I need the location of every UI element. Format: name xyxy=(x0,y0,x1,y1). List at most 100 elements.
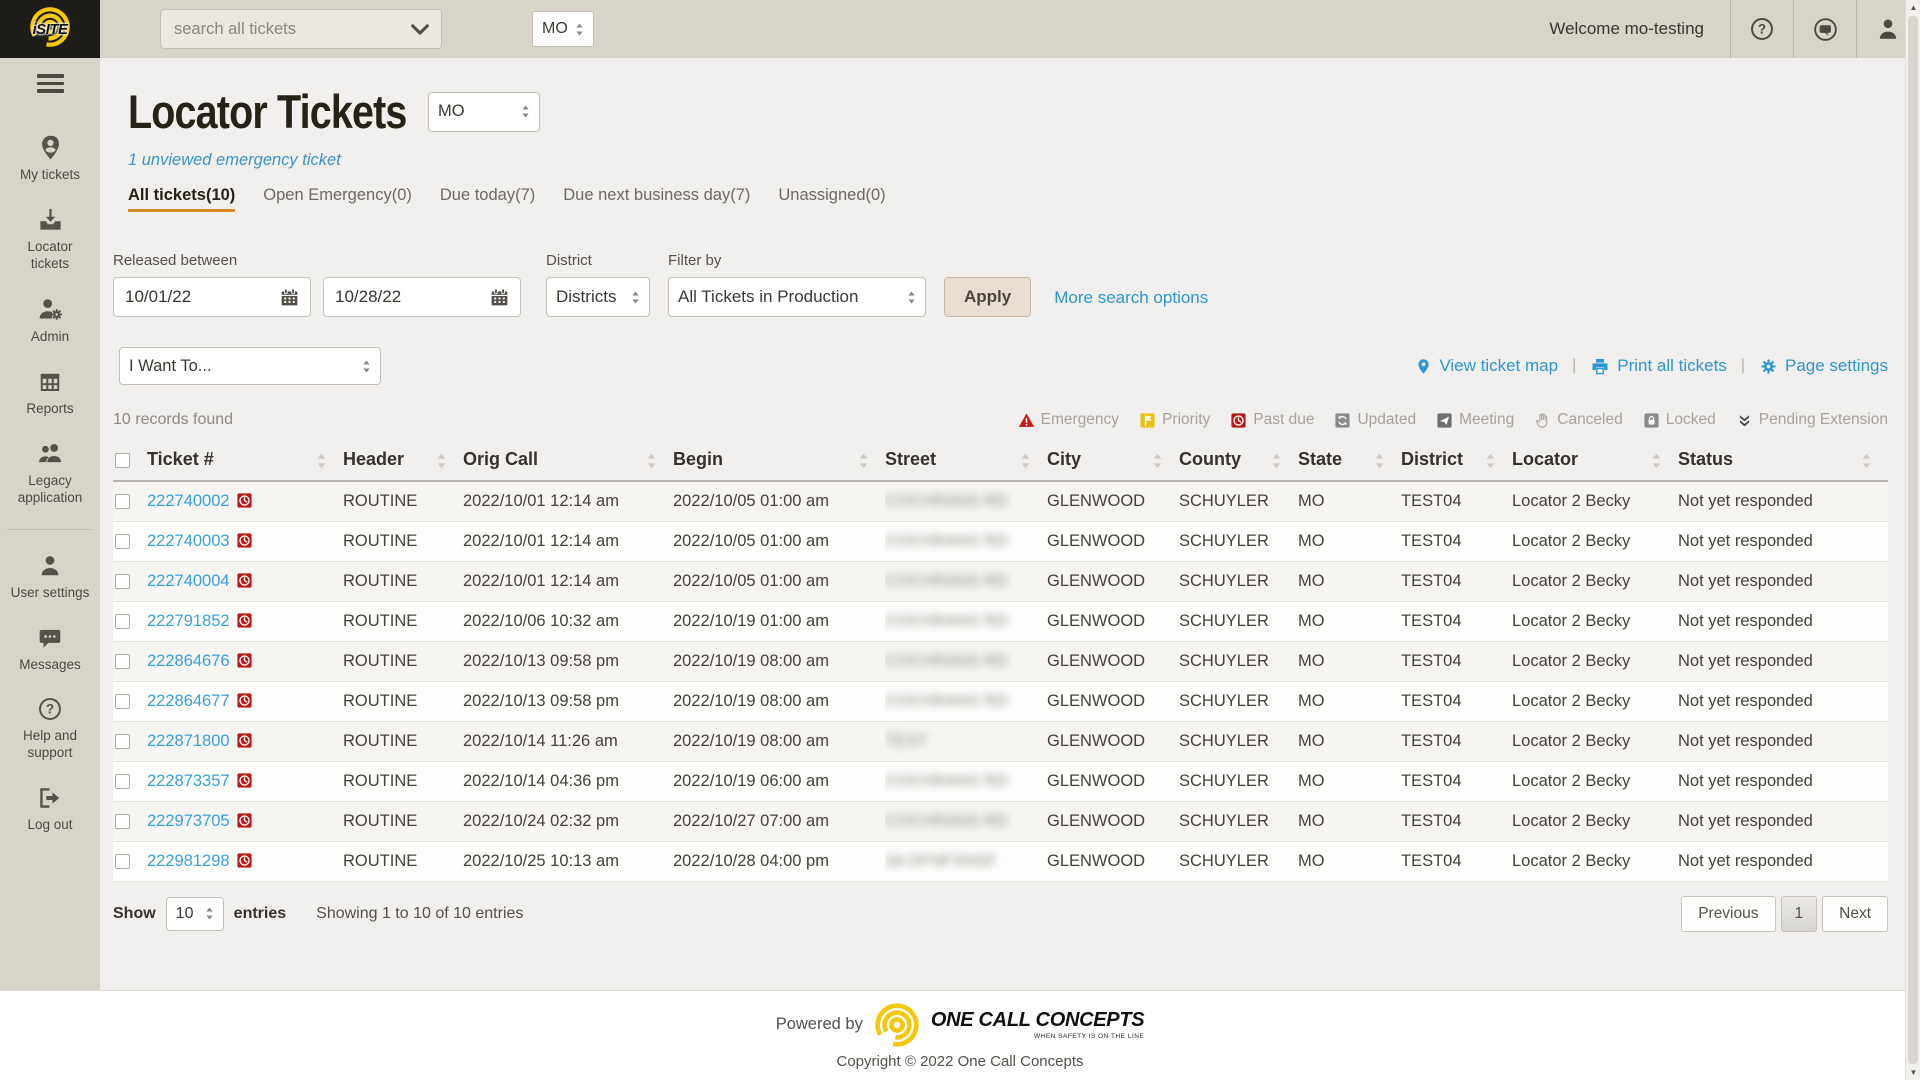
ticket-link[interactable]: 222873357 xyxy=(147,772,230,790)
row-checkbox[interactable] xyxy=(115,573,130,589)
pin-person-icon xyxy=(37,134,64,161)
tab-unassigned-0[interactable]: Unassigned(0) xyxy=(778,186,885,212)
ticket-link[interactable]: 222864676 xyxy=(147,652,230,670)
column-header-orig-call[interactable]: Orig Call xyxy=(463,441,673,482)
calendar-icon[interactable] xyxy=(279,287,300,308)
sidebar-item-messages[interactable]: Messages xyxy=(7,625,93,674)
tab-due-next-business-day-7[interactable]: Due next business day(7) xyxy=(563,186,750,212)
header-cell: ROUTINE xyxy=(343,601,463,642)
page-region-select[interactable]: MO xyxy=(428,91,540,132)
page-size-select[interactable]: 10 xyxy=(165,896,224,931)
ticket-link[interactable]: 222740002 xyxy=(147,492,230,510)
row-checkbox[interactable] xyxy=(115,533,130,549)
menu-hamburger-icon[interactable] xyxy=(36,70,64,97)
column-header-district[interactable]: District xyxy=(1401,441,1512,482)
sidebar-item-reports[interactable]: Reports xyxy=(7,369,93,418)
filter-by-select[interactable]: All Tickets in Production xyxy=(668,277,926,317)
welcome-text: Welcome mo-testing xyxy=(1549,19,1704,38)
row-checkbox[interactable] xyxy=(115,613,130,629)
date-to-input[interactable]: 10/28/22 xyxy=(323,277,521,317)
state-cell: MO xyxy=(1298,841,1401,882)
previous-page-button[interactable]: Previous xyxy=(1681,895,1776,932)
sort-icon[interactable] xyxy=(1651,452,1662,470)
chat-bubbles-button[interactable] xyxy=(1794,0,1856,58)
sidebar-item-user-settings[interactable]: User settings xyxy=(7,553,93,602)
sort-icon[interactable] xyxy=(1271,452,1282,470)
district-select[interactable]: Districts xyxy=(546,277,650,317)
column-header-county[interactable]: County xyxy=(1179,441,1298,482)
sort-icon[interactable] xyxy=(1374,452,1385,470)
ticket-link[interactable]: 222740003 xyxy=(147,532,230,550)
help-icon: ? xyxy=(37,696,63,722)
tab-all-tickets-10[interactable]: All tickets(10) xyxy=(128,186,236,212)
column-header-state[interactable]: State xyxy=(1298,441,1401,482)
tab-open-emergency-0[interactable]: Open Emergency(0) xyxy=(263,186,412,212)
powered-by-text: Powered by xyxy=(775,1015,863,1033)
date-from-input[interactable]: 10/01/22 xyxy=(113,277,311,317)
search-all-tickets-select[interactable]: search all tickets xyxy=(160,9,442,49)
select-all-checkbox[interactable] xyxy=(115,452,130,468)
scroll-down-icon[interactable]: ▼ xyxy=(1906,1068,1920,1077)
i-want-to-select[interactable]: I Want To... xyxy=(119,347,381,385)
calendar-icon[interactable] xyxy=(489,287,510,308)
view-ticket-map-link[interactable]: View ticket map xyxy=(1415,356,1558,376)
sort-icon[interactable] xyxy=(1020,452,1031,470)
isite-logo[interactable]: iSITE xyxy=(0,0,100,58)
sidebar-item-my-tickets[interactable]: My tickets xyxy=(7,134,93,184)
sort-icon[interactable] xyxy=(1152,452,1163,470)
ticket-link[interactable]: 222864677 xyxy=(147,692,230,710)
unviewed-emergency-link[interactable]: 1 unviewed emergency ticket xyxy=(128,151,341,170)
row-checkbox[interactable] xyxy=(115,733,130,749)
page-number-button[interactable]: 1 xyxy=(1780,895,1818,932)
scroll-up-icon[interactable]: ▲ xyxy=(1906,3,1920,12)
row-checkbox[interactable] xyxy=(115,693,130,709)
topbar-region-select[interactable]: MO xyxy=(532,11,594,47)
column-header-city[interactable]: City xyxy=(1047,441,1179,482)
ticket-link[interactable]: 222791852 xyxy=(147,612,230,630)
more-search-options-link[interactable]: More search options xyxy=(1054,288,1208,308)
row-checkbox[interactable] xyxy=(115,773,130,789)
search-placeholder: search all tickets xyxy=(174,19,296,38)
sort-icon[interactable] xyxy=(646,452,657,470)
state-cell: MO xyxy=(1298,681,1401,722)
ticket-link[interactable]: 222981298 xyxy=(147,852,230,870)
one-call-concepts-logo-icon xyxy=(874,1002,920,1048)
column-header-begin[interactable]: Begin xyxy=(673,441,885,482)
sort-icon[interactable] xyxy=(1861,452,1872,470)
sidebar-item-log-out[interactable]: Log out xyxy=(7,785,93,834)
sort-icon[interactable] xyxy=(316,452,327,470)
help-button[interactable]: ? xyxy=(1731,0,1793,58)
column-header-street[interactable]: Street xyxy=(885,441,1047,482)
sidebar-item-admin[interactable]: Admin xyxy=(7,296,93,346)
ticket-link[interactable]: 222740004 xyxy=(147,572,230,590)
column-header-header[interactable]: Header xyxy=(343,441,463,482)
sort-icon[interactable] xyxy=(436,452,447,470)
sort-icon[interactable] xyxy=(1485,452,1496,470)
page-settings-link[interactable]: Page settings xyxy=(1759,356,1888,376)
sort-icon[interactable] xyxy=(858,452,869,470)
pastdue-icon xyxy=(236,652,253,669)
county-cell: SCHUYLER xyxy=(1179,801,1298,842)
sidebar-item-locator-tickets[interactable]: Locator tickets xyxy=(7,206,93,273)
apply-button[interactable]: Apply xyxy=(944,277,1032,317)
legend-label: Updated xyxy=(1357,411,1417,428)
ticket-link[interactable]: 222871800 xyxy=(147,732,230,750)
scrollbar[interactable]: ▲ ▼ xyxy=(1905,0,1920,1080)
next-page-button[interactable]: Next xyxy=(1822,895,1888,932)
column-header-status[interactable]: Status xyxy=(1678,441,1888,482)
row-checkbox[interactable] xyxy=(115,653,130,669)
pastdue-icon xyxy=(236,692,253,709)
row-checkbox[interactable] xyxy=(115,853,130,869)
row-checkbox[interactable] xyxy=(115,813,130,829)
print-all-tickets-link[interactable]: Print all tickets xyxy=(1590,356,1727,376)
legend-locked: Locked xyxy=(1643,411,1716,429)
column-header-ticket[interactable]: Ticket # xyxy=(147,441,343,482)
row-checkbox[interactable] xyxy=(115,493,130,509)
tab-due-today-7[interactable]: Due today(7) xyxy=(440,186,535,212)
column-header-locator[interactable]: Locator xyxy=(1512,441,1678,482)
sidebar-item-legacy-application[interactable]: Legacy application xyxy=(7,441,93,507)
ticket-link[interactable]: 222973705 xyxy=(147,812,230,830)
scrollbar-thumb[interactable] xyxy=(1908,16,1918,1064)
sidebar-item-help-support[interactable]: ? Help and support xyxy=(7,696,93,762)
street-cell: COCHRANS RD xyxy=(885,521,1047,562)
